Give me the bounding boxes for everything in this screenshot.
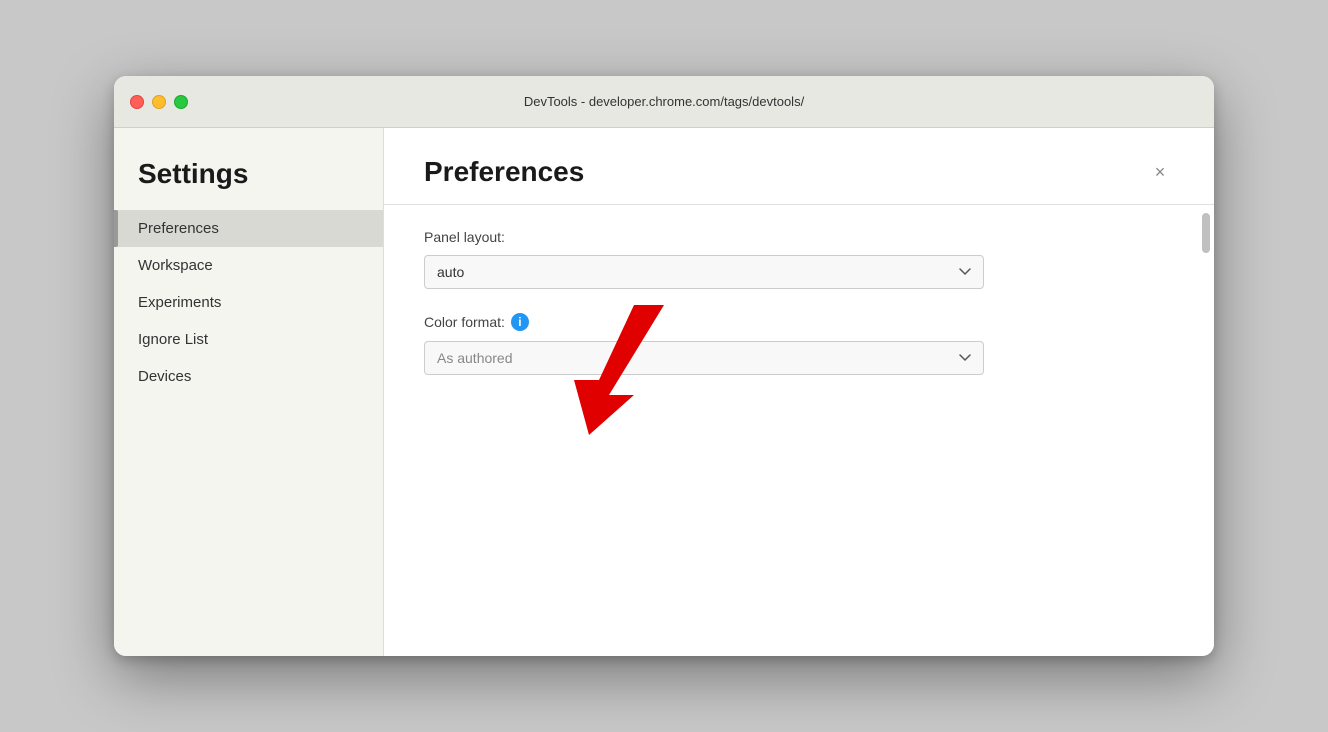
main-panel-header: Preferences × [384,128,1214,205]
minimize-window-button[interactable] [152,95,166,109]
color-format-label: Color format: [424,314,505,330]
color-format-select[interactable]: As authored HEX RGB HSL [424,341,984,375]
maximize-window-button[interactable] [174,95,188,109]
close-window-button[interactable] [130,95,144,109]
panel-layout-select[interactable]: auto horizontal vertical [424,255,984,289]
sidebar-item-preferences[interactable]: Preferences [114,210,383,247]
sidebar-item-ignore-list[interactable]: Ignore List [114,321,383,358]
close-settings-button[interactable]: × [1146,158,1174,186]
sidebar-item-experiments[interactable]: Experiments [114,284,383,321]
window-content: Settings Preferences Workspace Experimen… [114,128,1214,656]
sidebar-item-devices[interactable]: Devices [114,358,383,395]
title-bar: DevTools - developer.chrome.com/tags/dev… [114,76,1214,128]
traffic-lights [130,95,188,109]
sidebar-nav: Preferences Workspace Experiments Ignore… [114,210,383,395]
panel-layout-label: Panel layout: [424,229,1174,245]
main-panel-body: Panel layout: auto horizontal vertical C… [384,205,1214,656]
app-window: DevTools - developer.chrome.com/tags/dev… [114,76,1214,656]
color-format-info-icon[interactable]: i [511,313,529,331]
scrollbar-track[interactable] [1202,213,1210,648]
sidebar-item-workspace[interactable]: Workspace [114,247,383,284]
color-format-section: Color format: i As authored HEX RGB HSL [424,313,1174,375]
sidebar: Settings Preferences Workspace Experimen… [114,128,384,656]
sidebar-heading: Settings [114,158,383,210]
scrollbar-thumb[interactable] [1202,213,1210,253]
main-panel: Preferences × Panel layout: auto horizon… [384,128,1214,656]
main-panel-title: Preferences [424,156,584,188]
panel-layout-section: Panel layout: auto horizontal vertical [424,229,1174,289]
window-title: DevTools - developer.chrome.com/tags/dev… [524,94,804,109]
color-format-label-row: Color format: i [424,313,1174,331]
